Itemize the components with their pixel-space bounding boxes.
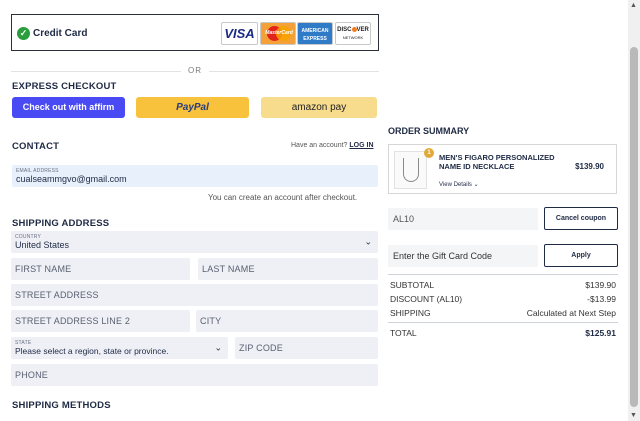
first-name-placeholder: FIRST NAME [15, 264, 72, 274]
discover-sub-label: NETWORK [342, 35, 364, 40]
login-prompt: Have an account? LOG IN [291, 142, 374, 149]
gift-card-input[interactable]: Enter the Gift Card Code [388, 245, 538, 267]
cancel-coupon-button[interactable]: Cancel coupon [544, 207, 618, 230]
zip-code-field[interactable]: ZIP CODE [235, 337, 378, 359]
shipping-address-title: SHIPPING ADDRESS [12, 218, 110, 229]
amex-icon: AMERICAN EXPRESS [297, 22, 333, 45]
email-field[interactable]: EMAIL ADDRESS cualseammgvo@gmail.com [12, 165, 378, 187]
order-summary-title: ORDER SUMMARY [388, 126, 470, 136]
first-name-field[interactable]: FIRST NAME [11, 258, 190, 280]
scroll-down-icon[interactable]: ▼ [630, 412, 637, 419]
summary-divider [388, 274, 618, 275]
scrollbar[interactable]: ▲ ▼ [628, 0, 640, 421]
total-divider [388, 322, 618, 323]
chevron-down-icon: ⌄ [364, 236, 372, 247]
coupon-input[interactable]: AL10 [388, 208, 538, 230]
mastercard-label: MasterCard [265, 30, 293, 36]
amex-label-2: EXPRESS [303, 36, 327, 42]
state-select[interactable]: STATE Please select a region, state or p… [11, 337, 228, 359]
zip-code-placeholder: ZIP CODE [239, 343, 283, 353]
product-card: 1 MEN'S FIGARO PERSONALIZED NAME ID NECK… [388, 144, 617, 194]
discount-value: -$13.99 [587, 294, 616, 304]
scroll-up-icon[interactable]: ▲ [630, 2, 637, 9]
total-label: TOTAL [390, 328, 417, 338]
shipping-value: Calculated at Next Step [526, 308, 616, 318]
credit-card-label: Credit Card [33, 28, 88, 39]
express-checkout-title: EXPRESS CHECKOUT [12, 81, 117, 92]
or-label: OR [181, 66, 209, 75]
discover-label-2: VER [356, 27, 369, 33]
subtotal-value: $139.90 [585, 280, 616, 290]
street-address-2-field[interactable]: STREET ADDRESS LINE 2 [11, 310, 190, 332]
country-value: United States [15, 240, 70, 250]
total-value: $125.91 [585, 328, 616, 338]
discover-label-1: DISC [337, 27, 352, 33]
street-address-2-placeholder: STREET ADDRESS LINE 2 [15, 316, 131, 326]
view-details-link[interactable]: View Details ⌄ [439, 181, 479, 188]
mastercard-icon: MasterCard [260, 22, 296, 45]
credit-card-option[interactable]: ✓ Credit Card VISA MasterCard AMERICAN E… [11, 14, 379, 51]
quantity-badge: 1 [424, 148, 434, 158]
amex-label-1: AMERICAN [301, 28, 329, 34]
contact-title: CONTACT [12, 141, 60, 152]
product-image [394, 151, 427, 189]
check-circle-icon: ✓ [17, 27, 30, 40]
account-hint: You can create an account after checkout… [208, 193, 358, 202]
chevron-down-icon: ⌄ [214, 342, 222, 353]
product-price: $139.90 [575, 162, 604, 171]
phone-field[interactable]: PHONE [11, 364, 378, 386]
street-address-field[interactable]: STREET ADDRESS [11, 284, 378, 306]
discount-label: DISCOUNT (AL10) [390, 294, 463, 304]
shipping-methods-title: SHIPPING METHODS [12, 400, 111, 411]
amazon-pay-button[interactable]: amazon pay [261, 97, 377, 118]
paypal-button[interactable]: PayPal [136, 97, 249, 118]
visa-icon: VISA [221, 22, 258, 45]
have-account-text: Have an account? [291, 142, 348, 149]
country-select[interactable]: COUNTRY United States ⌄ [11, 231, 378, 253]
city-placeholder: CITY [200, 316, 222, 326]
street-address-placeholder: STREET ADDRESS [15, 290, 99, 300]
scrollbar-thumb[interactable] [630, 47, 638, 407]
product-name: MEN'S FIGARO PERSONALIZED NAME ID NECKLA… [439, 153, 555, 171]
last-name-field[interactable]: LAST NAME [198, 258, 378, 280]
discover-icon: DISC VER NETWORK [335, 22, 371, 45]
state-value: Please select a region, state or provinc… [15, 346, 169, 356]
email-value: cualseammgvo@gmail.com [16, 174, 127, 184]
last-name-placeholder: LAST NAME [202, 264, 255, 274]
city-field[interactable]: CITY [196, 310, 378, 332]
affirm-button[interactable]: Check out with affirm [12, 97, 125, 118]
subtotal-label: SUBTOTAL [390, 280, 435, 290]
login-link[interactable]: LOG IN [349, 142, 373, 149]
shipping-label: SHIPPING [390, 308, 431, 318]
apply-button[interactable]: Apply [544, 244, 618, 267]
view-details-label: View Details [439, 182, 472, 188]
phone-placeholder: PHONE [15, 370, 49, 380]
chevron-down-icon: ⌄ [473, 182, 479, 188]
